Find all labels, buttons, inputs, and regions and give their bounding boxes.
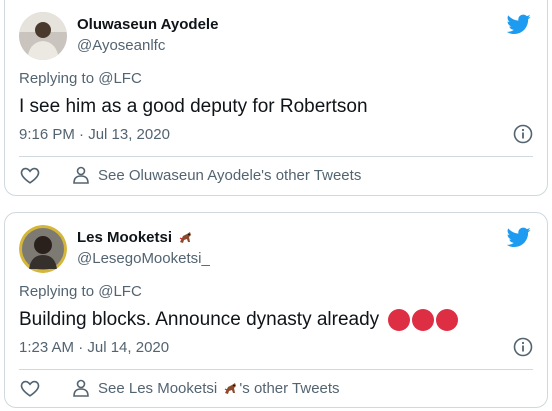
tweet-text: Building blocks. Announce dynasty alread…: [19, 307, 460, 333]
replying-to[interactable]: Replying to @LFC: [19, 283, 142, 300]
tweet-text-content: Building blocks. Announce dynasty alread…: [19, 309, 380, 331]
tweet-card: Oluwaseun Ayodele @Ayoseanlfc Replying t…: [4, 0, 548, 196]
red-circle-emoji: [388, 307, 460, 333]
red-circle-3: [436, 308, 459, 331]
divider: [19, 156, 533, 157]
horse-emoji-icon: [225, 383, 237, 395]
see-other-prefix: See Les Mooketsi: [98, 380, 218, 397]
red-circle-1: [388, 308, 411, 331]
tweet-timestamp[interactable]: 9:16 PM · Jul 13, 2020: [19, 126, 170, 143]
replying-to[interactable]: Replying to @LFC: [19, 70, 142, 87]
person-icon: [73, 166, 89, 184]
twitter-bird-icon[interactable]: [507, 225, 531, 249]
see-other-tweets-link[interactable]: See Oluwaseun Ayodele's other Tweets: [98, 167, 361, 184]
author-name[interactable]: Oluwaseun Ayodele: [77, 16, 218, 33]
avatar[interactable]: [19, 225, 67, 273]
author-handle[interactable]: @LesegoMooketsi_: [77, 250, 210, 267]
tweet-timestamp[interactable]: 1:23 AM · Jul 14, 2020: [19, 339, 169, 356]
heart-icon[interactable]: [19, 377, 41, 399]
author-name[interactable]: Les Mooketsi: [77, 229, 194, 246]
horse-emoji-icon: [179, 232, 192, 244]
avatar[interactable]: [19, 12, 67, 60]
heart-icon[interactable]: [19, 164, 41, 186]
see-other-suffix: 's other Tweets: [239, 380, 340, 397]
info-icon[interactable]: [513, 124, 533, 144]
divider: [19, 369, 533, 370]
tweet-text: I see him as a good deputy for Robertson: [19, 96, 368, 117]
tweet-card: Les Mooketsi @LesegoMooketsi_ Replying t…: [4, 212, 548, 408]
author-handle[interactable]: @Ayoseanlfc: [77, 37, 165, 54]
person-icon: [73, 379, 89, 397]
red-circle-2: [412, 308, 435, 331]
see-other-tweets-link[interactable]: See Les Mooketsi 's other Tweets: [98, 380, 340, 397]
author-name-text: Les Mooketsi: [77, 229, 173, 246]
twitter-bird-icon[interactable]: [507, 12, 531, 36]
info-icon[interactable]: [513, 337, 533, 357]
